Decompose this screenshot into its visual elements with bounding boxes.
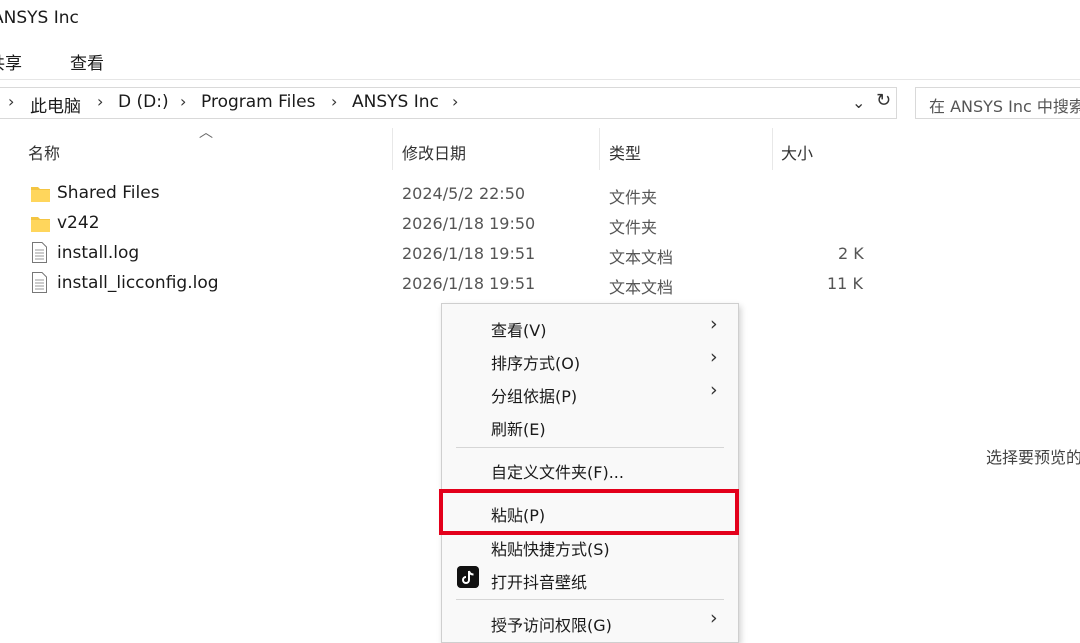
file-size: 11 K [827, 274, 863, 293]
file-name: install.log [57, 243, 140, 263]
file-modified: 2026/1/18 19:51 [402, 244, 536, 263]
file-row[interactable]: install.log 2026/1/18 19:51 文本文档 2 K [0, 238, 900, 268]
menu-item-sort-by[interactable]: 排序方式(O) [491, 350, 580, 374]
search-placeholder: 在 ANSYS Inc 中搜索 [929, 97, 1080, 116]
file-type: 文本文档 [609, 248, 674, 267]
file-type: 文件夹 [609, 218, 658, 237]
preview-pane-message: 选择要预览的文件。 [986, 448, 1080, 467]
menu-item-paste-shortcut[interactable]: 粘贴快捷方式(S) [491, 536, 610, 560]
submenu-chevron-right-icon: › [710, 379, 718, 401]
column-header-modified[interactable]: 修改日期 [402, 140, 466, 164]
file-row[interactable]: Shared Files 2024/5/2 22:50 文件夹 [0, 178, 900, 208]
file-modified: 2024/5/2 22:50 [402, 184, 526, 203]
breadcrumb-program-files[interactable]: Program Files [201, 92, 315, 112]
column-header-size[interactable]: 大小 [781, 140, 813, 164]
file-row[interactable]: v242 2026/1/18 19:50 文件夹 [0, 208, 900, 238]
refresh-icon[interactable]: ↻ [876, 90, 891, 111]
breadcrumb-chevron-icon[interactable]: › [180, 92, 186, 111]
submenu-chevron-right-icon: › [710, 346, 718, 368]
breadcrumb-chevron-icon[interactable]: › [331, 92, 337, 111]
menu-separator [456, 447, 724, 448]
breadcrumb-chevron-icon[interactable]: › [452, 92, 458, 111]
file-modified: 2026/1/18 19:50 [402, 214, 536, 233]
file-name: install_licconfig.log [57, 273, 219, 293]
menu-item-refresh[interactable]: 刷新(E) [491, 416, 546, 440]
tiktok-icon [457, 566, 479, 588]
submenu-chevron-right-icon: › [710, 313, 718, 335]
file-type: 文件夹 [609, 188, 658, 207]
file-name: v242 [57, 213, 100, 233]
menu-item-open-douyin-wallpaper[interactable]: 打开抖音壁纸 [491, 569, 587, 593]
menu-item-group-by[interactable]: 分组依据(P) [491, 383, 577, 407]
file-modified: 2026/1/18 19:51 [402, 274, 536, 293]
file-name: Shared Files [57, 183, 160, 203]
sort-ascending-icon: ︿ [199, 125, 213, 141]
breadcrumb-this-pc[interactable]: 此电脑 [30, 92, 81, 117]
text-file-icon [32, 242, 47, 263]
breadcrumb-ansys-inc[interactable]: ANSYS Inc [352, 92, 439, 112]
column-header-name[interactable]: 名称 [28, 140, 60, 164]
menu-item-customize-folder[interactable]: 自定义文件夹(F)... [491, 459, 624, 483]
breadcrumb-drive-d[interactable]: D (D:) [118, 92, 169, 112]
folder-icon [31, 217, 50, 232]
column-header-type[interactable]: 类型 [609, 140, 641, 164]
window-title: ANSYS Inc [0, 8, 79, 28]
ribbon-tab-share[interactable]: 共享 [0, 49, 22, 74]
breadcrumb-chevron-icon[interactable]: › [97, 92, 103, 111]
file-row[interactable]: install_licconfig.log 2026/1/18 19:51 文本… [0, 268, 900, 298]
breadcrumb-chevron-icon[interactable]: › [8, 92, 14, 111]
paste-highlight-box [439, 489, 739, 535]
folder-icon [31, 187, 50, 202]
file-size: 2 K [838, 244, 864, 263]
text-file-icon [32, 272, 47, 293]
submenu-chevron-right-icon: › [710, 607, 718, 629]
column-divider[interactable] [772, 128, 773, 170]
menu-item-view[interactable]: 查看(V) [491, 317, 546, 341]
file-type: 文本文档 [609, 278, 674, 297]
ribbon-divider [0, 79, 1080, 80]
ribbon-tab-view[interactable]: 查看 [70, 49, 104, 74]
address-history-chevron-down-icon[interactable]: ⌄ [852, 93, 865, 112]
column-divider[interactable] [599, 128, 600, 170]
column-divider[interactable] [392, 128, 393, 170]
menu-item-give-access[interactable]: 授予访问权限(G) [491, 612, 612, 636]
menu-separator [456, 599, 724, 600]
